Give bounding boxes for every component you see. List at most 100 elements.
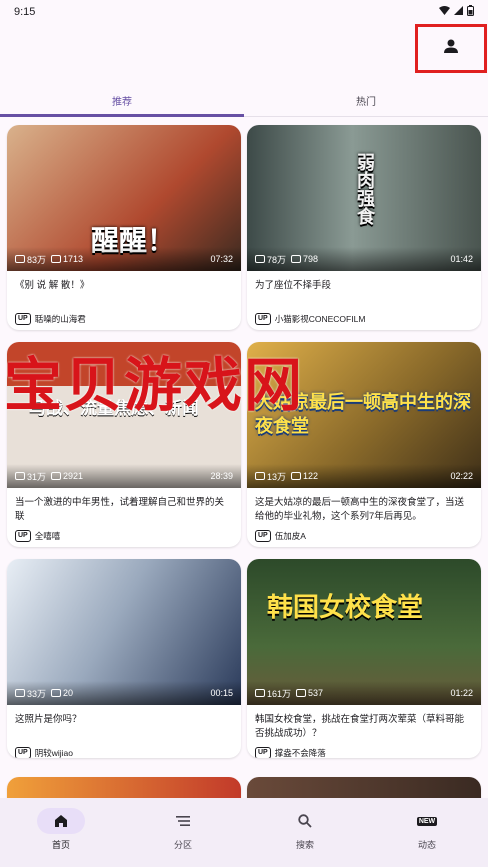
video-title: 韩国女校食堂，挑战在食堂打两次荤菜（草料哥能否挑战成功）？ [255,714,465,739]
view-count: 161万 [267,688,292,699]
up-badge-icon: UP [15,530,31,542]
tab-label: 热门 [356,96,376,108]
danmaku-count: 537 [308,688,324,698]
tab-hot[interactable]: 热门 [244,84,488,116]
video-title: 这照片是你吗？ [15,714,82,725]
video-stats: 78万 798 01:42 [247,247,481,271]
danmaku-count: 798 [303,254,319,264]
up-badge-icon: UP [255,747,271,758]
video-thumbnail[interactable]: 醒醒！ 83万 1713 07:32 [7,125,241,271]
video-card[interactable]: 33万 20 00:15 这照片是你吗？ UP 阴较wijiao [7,559,241,758]
author-name: 全嘻嘻 [34,531,61,541]
video-feed[interactable]: 醒醒！ 83万 1713 07:32 《别 说 解 散！》 UP 聒噪的山海君 弱… [0,118,488,798]
danmaku-icon [51,255,62,263]
video-stats: 13万 122 02:22 [247,464,481,488]
person-icon [443,38,459,59]
video-thumbnail[interactable]: 33万 20 00:15 [7,559,241,705]
video-thumbnail[interactable]: 弱肉强食 78万 798 01:42 [247,125,481,271]
nav-home[interactable]: 首页 [0,798,122,867]
video-duration: 01:42 [450,254,473,264]
up-badge-icon: UP [255,530,271,542]
status-icons [439,5,474,19]
video-title: 《别 说 解 散！》 [15,280,90,291]
play-count-icon [15,255,25,263]
video-title: 当一个激进的中年男性，试着理解自己和世界的关联 [15,497,225,522]
nav-search[interactable]: 搜索 [244,798,366,867]
video-duration: 28:39 [210,471,233,481]
tab-label: 推荐 [112,96,132,108]
thumbnail-text: 韩国女校食堂 [267,592,424,622]
author-name: 撑盎不会降落 [274,748,326,758]
nav-label: 分区 [173,840,192,850]
nav-label: 首页 [51,840,70,850]
nav-label: 动态 [417,840,436,850]
view-count: 33万 [27,688,47,699]
author-row[interactable]: UP 撑盎不会降落 [247,745,481,758]
play-count-icon [15,689,25,697]
up-badge-icon: UP [255,313,271,325]
signal-icon [454,6,463,18]
menu-icon [159,808,207,834]
author-row[interactable]: UP 小猫影视CONECOFILM [247,311,481,327]
author-name: 小猫影视CONECOFILM [274,314,366,324]
video-stats: 33万 20 00:15 [7,681,241,705]
video-stats: 31万 2921 28:39 [7,464,241,488]
author-row[interactable]: UP 全嘻嘻 [7,528,241,544]
video-duration: 01:22 [450,688,473,698]
author-row[interactable]: UP 阴较wijiao [7,745,241,758]
author-name: 伍加皮A [274,531,306,541]
wifi-icon [439,6,450,18]
video-title: 这是大姑凉的最后一顿高中生的深夜食堂了，当送给他的毕业礼物，这个系列7年后再见。 [255,497,465,522]
tab-recommended[interactable]: 推荐 [0,84,244,117]
video-stats: 83万 1713 07:32 [7,247,241,271]
danmaku-icon [291,255,302,263]
up-badge-icon: UP [15,747,31,758]
danmaku-count: 2921 [63,471,84,481]
video-card[interactable] [7,777,241,798]
video-stats: 161万 537 01:22 [247,681,481,705]
author-name: 阴较wijiao [34,748,73,758]
up-badge-icon: UP [15,313,31,325]
view-count: 78万 [267,254,287,265]
video-thumbnail[interactable]: 韩国女校食堂 161万 537 01:22 [247,559,481,705]
author-row[interactable]: UP 伍加皮A [247,528,481,544]
watermark: 宝贝游戏网 [4,353,305,418]
danmaku-icon [51,472,62,480]
bottom-navigation: 首页 分区 搜索 NEW 动态 [0,798,488,867]
video-title: 为了座位不择手段 [255,280,332,291]
video-card[interactable]: 韩国女校食堂 161万 537 01:22 韩国女校食堂，挑战在食堂打两次荤菜（… [247,559,481,758]
view-count: 31万 [27,471,47,482]
danmaku-icon [51,689,62,697]
profile-button[interactable] [415,24,487,73]
video-duration: 07:32 [210,254,233,264]
tab-bar: 推荐 热门 [0,84,488,117]
nav-label: 搜索 [295,840,314,850]
search-icon [281,808,329,834]
battery-icon [467,5,474,19]
danmaku-icon [291,472,302,480]
thumbnail-text: 弱肉强食 [355,153,375,225]
view-count: 13万 [267,471,287,482]
new-icon: NEW [416,816,438,826]
danmaku-icon [296,689,307,697]
app-bar [0,24,488,76]
danmaku-count: 20 [63,688,74,698]
video-card[interactable]: 弱肉强食 78万 798 01:42 为了座位不择手段 UP 小猫影视CONECO… [247,125,481,330]
view-count: 83万 [27,254,47,265]
status-bar: 9:15 [0,0,488,24]
play-count-icon [15,472,25,480]
video-card[interactable]: 醒醒！ 83万 1713 07:32 《别 说 解 散！》 UP 聒噪的山海君 [7,125,241,330]
nav-categories[interactable]: 分区 [122,798,244,867]
nav-dynamics[interactable]: NEW 动态 [366,798,488,867]
video-duration: 00:15 [210,688,233,698]
danmaku-count: 122 [303,471,319,481]
author-row[interactable]: UP 聒噪的山海君 [7,311,241,327]
play-count-icon [255,689,265,697]
author-name: 聒噪的山海君 [34,314,86,324]
play-count-icon [255,255,265,263]
play-count-icon [255,472,265,480]
video-card[interactable] [247,777,481,798]
video-duration: 02:22 [450,471,473,481]
status-time: 9:15 [14,6,36,18]
danmaku-count: 1713 [63,254,84,264]
